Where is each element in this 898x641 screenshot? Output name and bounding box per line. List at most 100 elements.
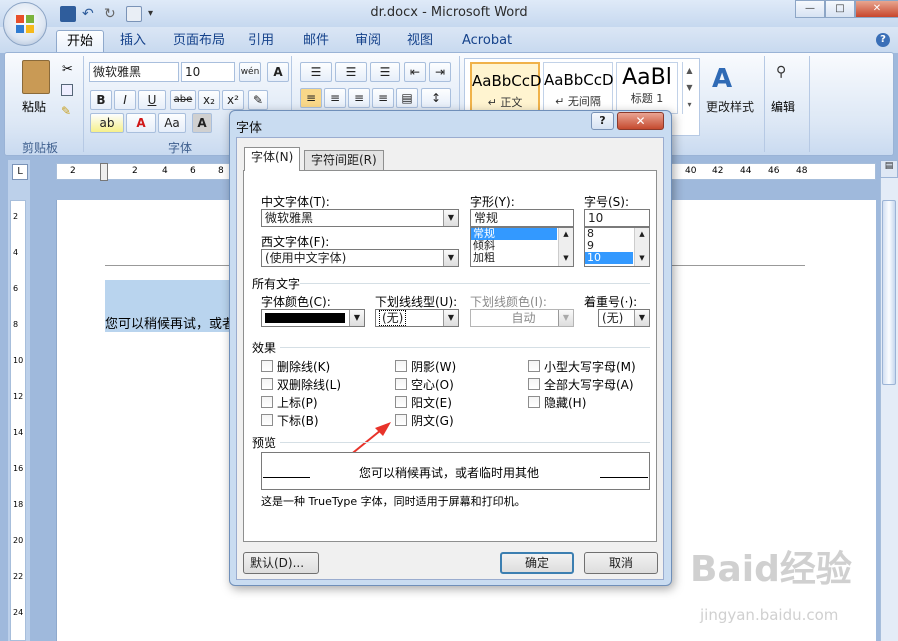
small-caps-label[interactable]: 小型大写字母(M) [544,358,636,375]
outline-checkbox[interactable] [395,378,407,390]
dropdown-arrow-icon[interactable]: ▼ [443,250,458,266]
cn-font-combo[interactable]: 微软雅黑 ▼ [261,209,459,227]
tab-mailings[interactable]: 邮件 [293,30,339,53]
default-button[interactable]: 默认(D)... [243,552,319,574]
dropdown-arrow-icon[interactable]: ▼ [443,210,458,226]
subscript-checkbox[interactable] [261,414,273,426]
justify-icon[interactable]: ≡ [372,88,394,108]
dropdown-arrow-icon[interactable]: ▼ [443,310,458,326]
ok-button[interactable]: 确定 [500,552,574,574]
shadow-checkbox[interactable] [395,360,407,372]
copy-icon[interactable] [61,84,73,96]
dropdown-arrow-icon[interactable]: ▼ [349,310,364,326]
char-border-button[interactable]: A [267,62,289,82]
dropdown-arrow-icon[interactable]: ▼ [634,310,649,326]
style-input[interactable]: 常规 [470,209,574,227]
font-color-button[interactable]: A [126,113,156,133]
styles-scroll[interactable]: ▲ ▼ ▾ [682,62,696,114]
dialog-close-button[interactable]: ✕ [617,112,664,130]
phonetic-guide-button[interactable]: wén [239,62,261,82]
emphasis-combo[interactable]: (无) ▼ [598,309,650,327]
emboss-label[interactable]: 阳文(E) [411,394,452,411]
increase-indent-icon[interactable]: ⇥ [429,62,451,82]
tab-page-layout[interactable]: 页面布局 [163,30,235,53]
strikethrough-button[interactable]: abe [170,90,196,110]
double-strikethrough-checkbox[interactable] [261,378,273,390]
binoculars-icon[interactable]: ⚲ [776,64,786,80]
char-shading-button[interactable]: A [192,113,212,133]
change-styles-label[interactable]: 更改样式 [706,98,754,115]
font-size-combo[interactable]: 10 [181,62,235,82]
tab-char-spacing[interactable]: 字符间距(R) [304,150,384,170]
superscript-checkbox[interactable] [261,396,273,408]
subscript-button[interactable]: x₂ [198,90,220,110]
format-painter-icon[interactable]: ✎ [61,104,71,118]
size-option[interactable]: 10 [585,252,633,264]
italic-button[interactable]: I [114,90,136,110]
small-caps-checkbox[interactable] [528,360,540,372]
indent-marker[interactable] [100,163,108,181]
west-font-combo[interactable]: (使用中文字体) ▼ [261,249,459,267]
cut-icon[interactable]: ✂ [62,62,73,77]
hidden-checkbox[interactable] [528,396,540,408]
highlight-color-button[interactable]: ab [90,113,124,133]
subscript-label[interactable]: 下标(B) [277,412,319,429]
numbering-icon[interactable]: ☰ [335,62,367,82]
tab-selector-icon[interactable]: L [12,164,28,180]
strikethrough-checkbox[interactable] [261,360,273,372]
document-text[interactable]: 您可以稍候再试，或者 [105,313,235,332]
style-no-spacing[interactable]: AaBbCcD ↵ 无间隔 [543,62,614,114]
minimize-button[interactable]: — [795,0,825,18]
hidden-label[interactable]: 隐藏(H) [544,394,586,411]
all-caps-label[interactable]: 全部大写字母(A) [544,376,634,393]
superscript-label[interactable]: 上标(P) [277,394,318,411]
help-icon[interactable]: ? [876,33,890,47]
size-input[interactable]: 10 [584,209,650,227]
line-spacing-icon[interactable]: ↕ [421,88,451,108]
close-button[interactable]: ✕ [855,0,898,18]
all-caps-checkbox[interactable] [528,378,540,390]
underline-style-combo[interactable]: (无) ▼ [375,309,459,327]
bullets-icon[interactable]: ☰ [300,62,332,82]
list-scrollbar[interactable]: ▲ ▼ [558,228,573,266]
font-color-combo[interactable]: ▼ [261,309,365,327]
list-scrollbar[interactable]: ▲ ▼ [634,228,649,266]
engrave-checkbox[interactable] [395,414,407,426]
strikethrough-label[interactable]: 删除线(K) [277,358,330,375]
tab-home[interactable]: 开始 [56,30,105,53]
shadow-label[interactable]: 阴影(W) [411,358,456,375]
paste-label[interactable]: 粘贴 [22,98,46,115]
multilevel-list-icon[interactable]: ☰ [370,62,400,82]
tab-font[interactable]: 字体(N) [244,147,301,171]
tab-review[interactable]: 审阅 [345,30,391,53]
font-name-combo[interactable]: 微软雅黑 [89,62,179,82]
scrollbar-thumb[interactable] [882,200,896,385]
align-right-icon[interactable]: ≡ [348,88,370,108]
tab-references[interactable]: 引用 [238,30,284,53]
double-strikethrough-label[interactable]: 双删除线(L) [277,376,341,393]
style-normal[interactable]: AaBbCcD ↵ 正文 [470,62,542,114]
underline-button[interactable]: U [138,90,166,110]
change-styles-icon[interactable]: A [712,64,732,94]
view-ruler-icon[interactable]: ▤ [880,160,898,178]
paste-icon[interactable] [22,60,50,94]
size-list[interactable]: 8 9 10 ▲ ▼ [584,227,650,267]
emboss-checkbox[interactable] [395,396,407,408]
distributed-icon[interactable]: ▤ [396,88,418,108]
decrease-indent-icon[interactable]: ⇤ [404,62,426,82]
align-center-icon[interactable]: ≡ [324,88,346,108]
editing-label[interactable]: 编辑 [771,98,795,115]
style-list[interactable]: 常规 倾斜 加粗 ▲ ▼ [470,227,574,267]
dialog-help-button[interactable]: ? [591,112,614,130]
maximize-button[interactable]: □ [825,0,855,18]
superscript-button[interactable]: x² [222,90,244,110]
change-case-button[interactable]: Aa [158,113,186,133]
style-heading-1[interactable]: AaBl 标题 1 [616,62,678,114]
tab-acrobat[interactable]: Acrobat [452,30,522,53]
outline-label[interactable]: 空心(O) [411,376,454,393]
tab-view[interactable]: 视图 [397,30,443,53]
tab-insert[interactable]: 插入 [110,30,156,53]
cancel-button[interactable]: 取消 [584,552,658,574]
clear-format-icon[interactable]: ✎ [248,90,268,110]
bold-button[interactable]: B [90,90,112,110]
